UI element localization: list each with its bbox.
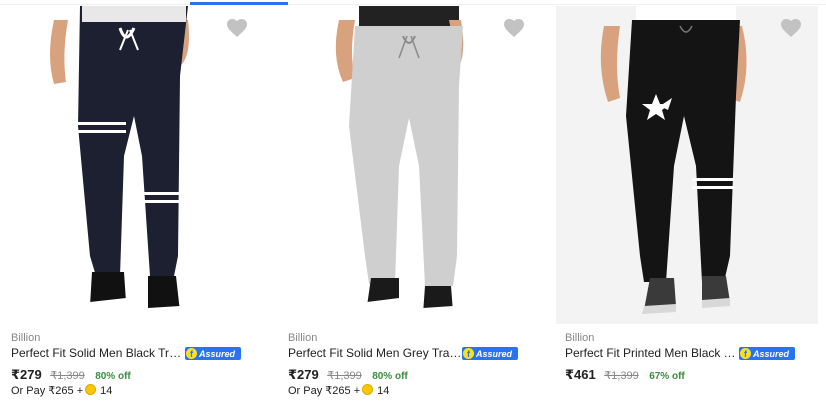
coin-count: 14 [377, 385, 390, 397]
product-brand: Billion [288, 332, 318, 344]
assured-badge: f Assured [739, 347, 795, 360]
product-card[interactable]: Billion Perfect Fit Solid Men Grey Track… [279, 6, 541, 405]
discount-label: 80% off [95, 371, 131, 382]
discount-label: 67% off [649, 371, 685, 382]
price-row: ₹461 ₹1,399 67% off [565, 366, 685, 382]
selling-price: ₹461 [565, 367, 596, 382]
selling-price: ₹279 [288, 367, 319, 382]
mrp-price: ₹1,399 [50, 370, 85, 382]
price-row: ₹279 ₹1,399 80% off [11, 366, 131, 382]
selling-price: ₹279 [11, 367, 42, 382]
product-brand: Billion [11, 332, 41, 344]
active-tab-indicator [190, 2, 288, 5]
tab-strip-divider [0, 4, 826, 5]
mrp-price: ₹1,399 [604, 370, 639, 382]
assured-badge: f Assured [462, 347, 518, 360]
product-title[interactable]: Perfect Fit Solid Men Grey Track Pants [288, 346, 464, 360]
product-image[interactable] [279, 6, 541, 324]
discount-label: 80% off [372, 371, 408, 382]
pay-text: Or Pay ₹265 + [288, 385, 361, 397]
coin-icon [85, 384, 97, 395]
coin-icon [362, 384, 374, 395]
pay-text: Or Pay ₹265 + [11, 385, 84, 397]
coin-pay-row: Or Pay ₹265 + 14 [11, 384, 112, 397]
product-card[interactable]: Billion Perfect Fit Printed Men Black Tr… [556, 6, 818, 405]
product-card[interactable]: Billion Perfect Fit Solid Men Black Trac… [2, 6, 264, 405]
product-image[interactable] [2, 6, 264, 324]
assured-badge: f Assured [185, 347, 241, 360]
product-image[interactable] [556, 6, 818, 324]
heart-icon[interactable] [502, 16, 526, 40]
product-brand: Billion [565, 332, 595, 344]
heart-icon[interactable] [779, 16, 803, 40]
coin-pay-row: Or Pay ₹265 + 14 [288, 384, 389, 397]
svg-text:Assured: Assured [475, 349, 513, 359]
product-title[interactable]: Perfect Fit Solid Men Black Track Pants [11, 346, 187, 360]
product-title[interactable]: Perfect Fit Printed Men Black Track Pant… [565, 346, 741, 360]
mrp-price: ₹1,399 [327, 370, 362, 382]
coin-count: 14 [100, 385, 113, 397]
price-row: ₹279 ₹1,399 80% off [288, 366, 408, 382]
heart-icon[interactable] [225, 16, 249, 40]
svg-text:Assured: Assured [198, 349, 236, 359]
svg-text:Assured: Assured [752, 349, 790, 359]
